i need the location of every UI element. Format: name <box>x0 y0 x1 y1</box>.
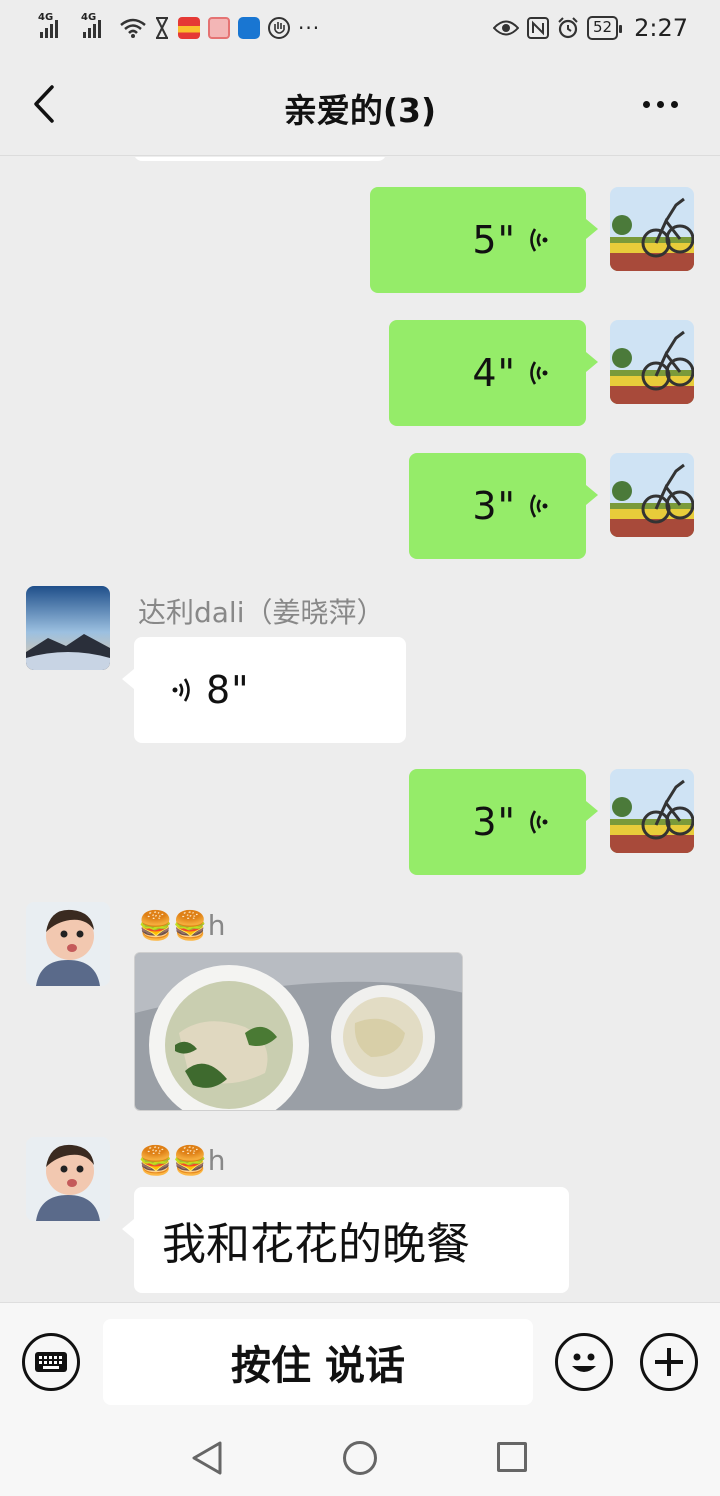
nfc-icon <box>527 17 549 39</box>
bicycle-photo-avatar <box>610 187 694 271</box>
voice-message-bubble[interactable]: 8" <box>122 637 406 743</box>
chat-message-list[interactable]: 5" 4" 3" 达利dali（姜晓萍） 8" 3" 🍔🍔h 🍔🍔h 我和花花的… <box>0 157 720 1302</box>
voice-message-bubble[interactable]: 3" <box>409 453 598 559</box>
app-notification-icon <box>208 17 230 39</box>
sender-name: 🍔🍔h <box>138 909 226 942</box>
voice-duration: 4" <box>472 351 516 395</box>
emoji-button[interactable] <box>555 1333 613 1391</box>
voice-message-bubble[interactable]: 4" <box>389 320 598 426</box>
sender-name: 🍔🍔h <box>138 1144 226 1177</box>
my-avatar[interactable] <box>610 187 694 271</box>
voice-duration: 3" <box>472 800 516 844</box>
voice-wave-icon <box>530 810 548 834</box>
sender-name: 达利dali（姜晓萍） <box>138 596 385 629</box>
hand-icon <box>268 17 290 39</box>
battery-indicator: 52 <box>587 16 623 40</box>
bicycle-photo-avatar <box>610 769 694 853</box>
system-navigation-bar <box>0 1420 720 1496</box>
status-right: 52 2:27 <box>493 14 688 42</box>
eye-icon <box>493 20 519 36</box>
contact-avatar[interactable] <box>26 902 110 986</box>
more-dots-icon <box>642 100 650 108</box>
chat-header: 亲爱的(3) <box>0 56 720 156</box>
wifi-icon <box>120 18 146 38</box>
status-bar: 4G 4G ··· 52 2:27 <box>0 0 720 56</box>
more-options-button[interactable] <box>630 84 690 124</box>
keyboard-icon <box>35 1352 67 1372</box>
bicycle-photo-avatar <box>610 453 694 537</box>
chat-title: 亲爱的(3) <box>283 91 437 130</box>
more-dots-icon <box>670 100 678 108</box>
contact-avatar[interactable] <box>26 1137 110 1221</box>
network-type-label: 4G <box>38 12 54 23</box>
nav-back-icon[interactable] <box>190 1440 224 1476</box>
mountain-photo-avatar <box>26 586 110 670</box>
network-type-label: 4G <box>81 12 97 23</box>
nav-home-icon[interactable] <box>343 1441 377 1475</box>
alarm-icon <box>558 17 578 39</box>
voice-wave-icon <box>530 361 548 385</box>
clock: 2:27 <box>634 14 688 42</box>
more-dots-icon <box>656 100 664 108</box>
signal-icon: 4G <box>81 12 106 38</box>
more-notifications-icon: ··· <box>298 16 321 40</box>
input-bar: 按住 说话 <box>0 1302 720 1420</box>
app-notification-icon <box>238 17 260 39</box>
voice-wave-icon <box>530 494 548 518</box>
emoji-icon <box>572 1353 596 1372</box>
app-notification-icon <box>178 17 200 39</box>
hourglass-icon <box>156 17 168 39</box>
bicycle-photo-avatar <box>610 320 694 404</box>
voice-message-bubble[interactable]: 5" <box>370 187 598 293</box>
voice-duration: 3" <box>472 484 516 528</box>
plus-button[interactable] <box>640 1333 698 1391</box>
image-message[interactable] <box>134 952 463 1111</box>
partial-message-bubble <box>134 157 386 161</box>
voice-wave-icon <box>172 678 190 702</box>
voice-message-bubble[interactable]: 3" <box>409 769 598 875</box>
my-avatar[interactable] <box>610 769 694 853</box>
my-avatar[interactable] <box>610 453 694 537</box>
contact-avatar[interactable] <box>26 586 110 670</box>
keyboard-toggle-button[interactable] <box>22 1333 80 1391</box>
nav-recents-icon[interactable] <box>497 1442 527 1472</box>
dinner-photo <box>135 953 462 1110</box>
child-photo-avatar <box>26 1137 110 1221</box>
voice-wave-icon <box>530 228 548 252</box>
message-text: 我和花花的晚餐 <box>162 1219 470 1270</box>
text-message-bubble[interactable]: 我和花花的晚餐 <box>122 1187 569 1293</box>
status-left: 4G 4G ··· <box>38 12 321 40</box>
hold-to-talk-button[interactable]: 按住 说话 <box>103 1319 533 1405</box>
my-avatar[interactable] <box>610 320 694 404</box>
voice-duration: 8" <box>206 668 250 712</box>
signal-icon: 4G <box>38 12 63 38</box>
voice-duration: 5" <box>472 218 516 262</box>
child-photo-avatar <box>26 902 110 986</box>
